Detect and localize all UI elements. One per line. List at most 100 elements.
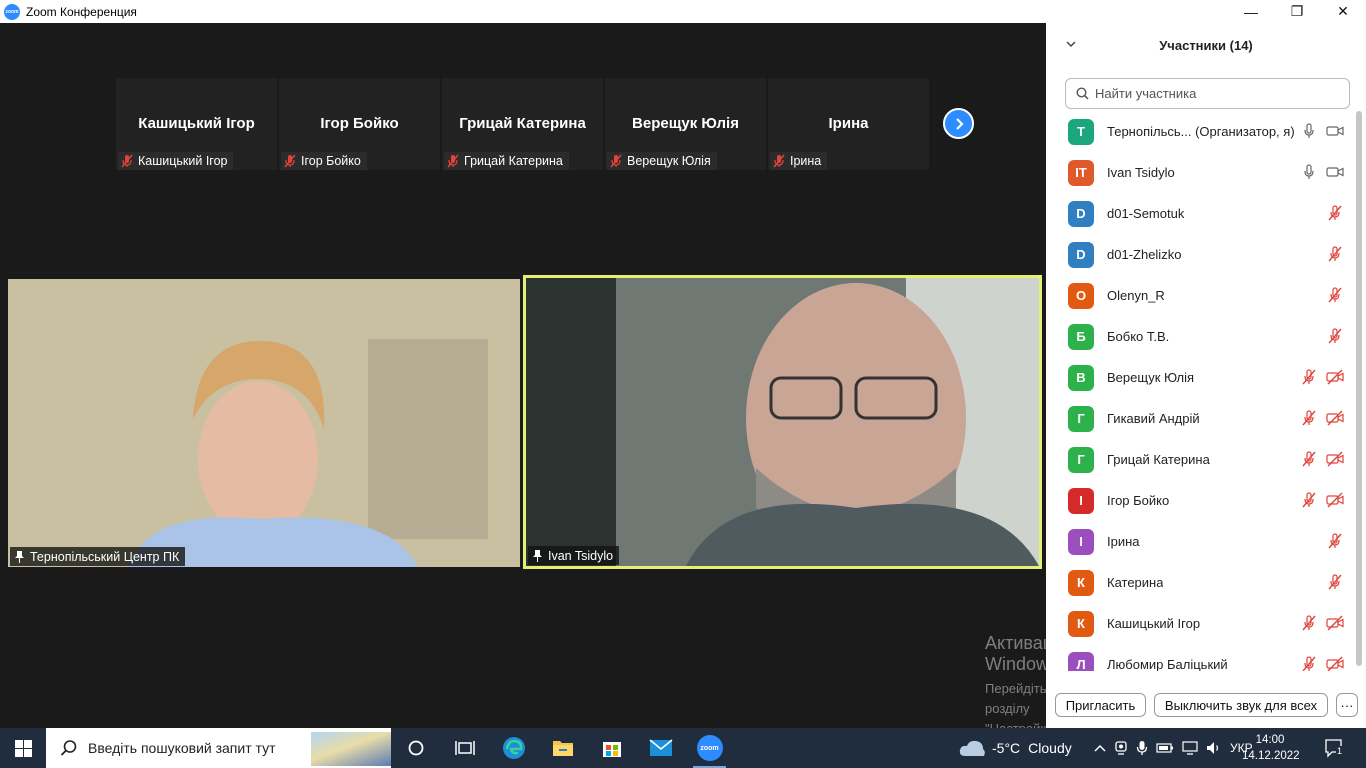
chevron-right-icon (955, 117, 964, 130)
taskbar-search-box[interactable]: Введіть пошуковий запит тут (46, 728, 391, 768)
thumbnail-label: Грицай Катерина (444, 152, 569, 170)
participant-row[interactable]: Dd01-Zhelizko (1046, 234, 1356, 275)
battery-icon[interactable] (1156, 742, 1174, 754)
participant-row[interactable]: І Ігор Бойко (1046, 480, 1356, 521)
volume-icon[interactable] (1206, 741, 1222, 755)
taskbar-mail[interactable] (636, 728, 685, 768)
microphone-icon[interactable] (1300, 123, 1318, 139)
task-view-icon (454, 741, 475, 755)
taskbar-store[interactable] (587, 728, 636, 768)
more-options-button[interactable]: ··· (1336, 693, 1358, 717)
participant-row[interactable]: Dd01-Semotuk (1046, 193, 1356, 234)
thumbnail-tile[interactable]: Кашицький Ігор Кашицький Ігор (116, 78, 277, 170)
taskbar-edge[interactable] (489, 728, 538, 768)
mic-muted-icon[interactable] (1326, 246, 1344, 262)
participant-row[interactable]: Т Тернопільсь... (Организатор, я) (1046, 111, 1356, 152)
mic-muted-icon[interactable] (1326, 205, 1344, 221)
video-off-icon[interactable] (1326, 615, 1344, 631)
avatar: IT (1068, 159, 1094, 186)
taskbar-zoom[interactable]: zoom (685, 728, 734, 768)
maximize-button[interactable]: ❐ (1274, 0, 1320, 23)
participant-row[interactable]: Б Бобко Т.В. (1046, 316, 1356, 357)
mic-muted-icon[interactable] (1300, 615, 1318, 631)
avatar: Т (1068, 118, 1094, 145)
store-icon (602, 742, 621, 757)
mic-muted-icon[interactable] (1326, 533, 1344, 549)
invite-button[interactable]: Пригласить (1055, 693, 1146, 717)
cortana-icon (408, 740, 423, 756)
mic-muted-icon[interactable] (1326, 574, 1344, 590)
avatar: І (1068, 528, 1094, 555)
task-view-button[interactable] (440, 728, 489, 768)
thumbnail-tile[interactable]: Ігор Бойко Ігор Бойко (279, 78, 440, 170)
taskbar-file-explorer[interactable] (538, 728, 587, 768)
video-name-label: Тернопільський Центр ПК (10, 547, 186, 566)
chevron-down-icon[interactable] (1064, 37, 1078, 51)
mute-all-button[interactable]: Выключить звук для всех (1154, 693, 1328, 717)
video-tile-speaker[interactable]: Ivan Tsidylo (523, 275, 1042, 569)
clock[interactable]: 14:00 14.12.2022 (1242, 732, 1300, 764)
mic-muted-icon[interactable] (1326, 328, 1344, 344)
webcam-icon[interactable] (1114, 741, 1128, 755)
participant-search[interactable] (1065, 78, 1350, 109)
participant-row[interactable]: Л Любомир Баліцький (1046, 644, 1356, 671)
cortana-button[interactable] (391, 728, 440, 768)
mic-muted-icon[interactable] (1300, 492, 1318, 508)
participant-row[interactable]: К Катерина (1046, 562, 1356, 603)
video-off-icon[interactable] (1326, 410, 1344, 426)
video-camera-icon[interactable] (1326, 164, 1344, 180)
folder-icon (552, 741, 573, 756)
participant-row[interactable]: O Olenyn_R (1046, 275, 1356, 316)
participant-row[interactable]: К Кашицький Ігор (1046, 603, 1356, 644)
video-camera-icon[interactable] (1326, 123, 1344, 139)
mic-muted-icon[interactable] (1300, 451, 1318, 467)
participant-name: Гикавий Андрій (1107, 411, 1200, 426)
video-tile-host[interactable]: Тернопільський Центр ПК (8, 279, 520, 567)
participant-name: Olenyn_R (1107, 288, 1165, 303)
weather-widget[interactable]: -5°C Cloudy (958, 728, 1072, 768)
network-icon[interactable] (1182, 741, 1198, 755)
participant-row[interactable]: IT Ivan Tsidylo (1046, 152, 1356, 193)
participants-panel: Участники (14) Т Тернопільсь... (Организа… (1046, 23, 1366, 728)
video-off-icon[interactable] (1326, 451, 1344, 467)
start-button[interactable] (0, 728, 46, 768)
thumbnail-name: Грицай Катерина (459, 115, 586, 132)
participant-row[interactable]: І Ірина (1046, 521, 1356, 562)
mic-muted-icon[interactable] (1300, 369, 1318, 385)
thumbnail-tile[interactable]: Ірина Ірина (768, 78, 929, 170)
chevron-up-icon[interactable] (1094, 743, 1106, 753)
close-button[interactable]: ✕ (1320, 0, 1366, 23)
thumbnail-label-text: Грицай Катерина (464, 154, 563, 168)
minimize-button[interactable]: — (1228, 0, 1274, 23)
thumbnail-tile[interactable]: Верещук Юлія Верещук Юлія (605, 78, 766, 170)
mic-muted-icon[interactable] (1326, 287, 1344, 303)
participant-row[interactable]: Г Грицай Катерина (1046, 439, 1356, 480)
search-input[interactable] (1095, 86, 1345, 101)
participant-name: d01-Zhelizko (1107, 247, 1182, 262)
video-off-icon[interactable] (1326, 369, 1344, 385)
thumbnail-label-text: Ігор Бойко (301, 154, 361, 168)
next-page-button[interactable] (943, 108, 974, 139)
participant-row[interactable]: В Верещук Юлія (1046, 357, 1356, 398)
microphone-icon[interactable] (1300, 164, 1318, 180)
thumbnail-label-text: Верещук Юлія (627, 154, 711, 168)
avatar: К (1068, 610, 1094, 637)
weather-temp: -5°C (992, 740, 1021, 756)
thumbnail-label-text: Ірина (790, 154, 822, 168)
mic-muted-icon[interactable] (1300, 410, 1318, 426)
panel-title: Участники (14) (1159, 37, 1253, 53)
thumbnail-tile[interactable]: Грицай Катерина Грицай Катерина (442, 78, 603, 170)
scrollbar[interactable] (1356, 111, 1362, 666)
video-name-label: Ivan Tsidylo (528, 546, 620, 565)
mic-muted-icon (773, 154, 785, 168)
microphone-icon[interactable] (1136, 740, 1148, 756)
video-off-icon[interactable] (1326, 492, 1344, 508)
video-name-text: Тернопільський Центр ПК (30, 549, 180, 564)
notification-center-button[interactable]: 1 (1324, 738, 1344, 758)
participant-row[interactable]: Г Гикавий Андрій (1046, 398, 1356, 439)
video-feed-image (8, 279, 520, 567)
video-off-icon[interactable] (1326, 656, 1344, 671)
mic-muted-icon[interactable] (1300, 656, 1318, 671)
zoom-icon: zoom (696, 735, 723, 761)
mic-muted-icon (284, 154, 296, 168)
